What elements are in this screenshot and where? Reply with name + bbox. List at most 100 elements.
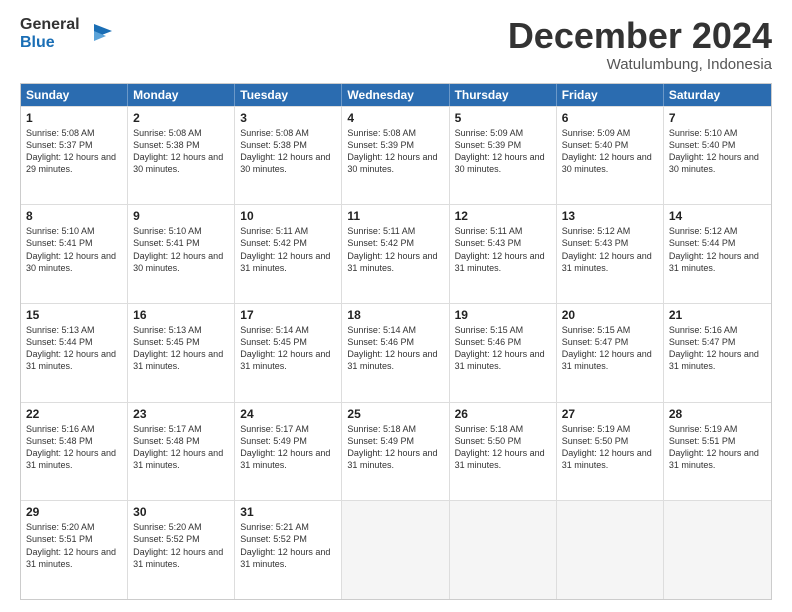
day-info: Sunrise: 5:08 AMSunset: 5:37 PMDaylight:…	[26, 127, 122, 176]
day-cell-14: 14 Sunrise: 5:12 AMSunset: 5:44 PMDayligh…	[664, 205, 771, 303]
day-cell-31: 31 Sunrise: 5:21 AMSunset: 5:52 PMDayligh…	[235, 501, 342, 599]
day-info: Sunrise: 5:08 AMSunset: 5:38 PMDaylight:…	[240, 127, 336, 176]
day-cell-30: 30 Sunrise: 5:20 AMSunset: 5:52 PMDayligh…	[128, 501, 235, 599]
day-cell-8: 8 Sunrise: 5:10 AMSunset: 5:41 PMDaylight…	[21, 205, 128, 303]
day-cell-2: 2 Sunrise: 5:08 AMSunset: 5:38 PMDaylight…	[128, 107, 235, 205]
day-cell-18: 18Sunrise: 5:14 AMSunset: 5:46 PMDayligh…	[342, 304, 449, 402]
day-number: 20	[562, 308, 658, 322]
day-info: Sunrise: 5:11 AMSunset: 5:42 PMDaylight:…	[240, 225, 336, 274]
day-cell-28: 28 Sunrise: 5:19 AMSunset: 5:51 PMDayligh…	[664, 403, 771, 501]
day-info: Sunrise: 5:10 AMSunset: 5:41 PMDaylight:…	[133, 225, 229, 274]
day-info: Sunrise: 5:14 AMSunset: 5:45 PMDaylight:…	[240, 324, 336, 373]
day-info: Sunrise: 5:09 AMSunset: 5:40 PMDaylight:…	[562, 127, 658, 176]
day-number: 15	[26, 308, 122, 322]
day-number: 9	[133, 209, 229, 223]
day-info: Sunrise: 5:08 AMSunset: 5:39 PMDaylight:…	[347, 127, 443, 176]
day-number: 21	[669, 308, 766, 322]
day-info: Sunrise: 5:16 AMSunset: 5:48 PMDaylight:…	[26, 423, 122, 472]
day-cell-1: 1 Sunrise: 5:08 AMSunset: 5:37 PMDaylight…	[21, 107, 128, 205]
day-info: Sunrise: 5:09 AMSunset: 5:39 PMDaylight:…	[455, 127, 551, 176]
day-info: Sunrise: 5:20 AMSunset: 5:52 PMDaylight:…	[133, 521, 229, 570]
calendar-row-4: 22 Sunrise: 5:16 AMSunset: 5:48 PMDayligh…	[21, 402, 771, 501]
day-info: Sunrise: 5:12 AMSunset: 5:44 PMDaylight:…	[669, 225, 766, 274]
day-info: Sunrise: 5:14 AMSunset: 5:46 PMDaylight:…	[347, 324, 443, 373]
day-number: 10	[240, 209, 336, 223]
day-number: 24	[240, 407, 336, 421]
day-cell-5: 5Sunrise: 5:09 AMSunset: 5:39 PMDaylight…	[450, 107, 557, 205]
day-number: 29	[26, 505, 122, 519]
day-header-saturday: Saturday	[664, 84, 771, 106]
logo-line1: General	[20, 16, 80, 34]
day-info: Sunrise: 5:08 AMSunset: 5:38 PMDaylight:…	[133, 127, 229, 176]
day-info: Sunrise: 5:19 AMSunset: 5:50 PMDaylight:…	[562, 423, 658, 472]
logo-icon	[84, 19, 114, 49]
calendar-row-5: 29 Sunrise: 5:20 AMSunset: 5:51 PMDayligh…	[21, 500, 771, 599]
day-number: 22	[26, 407, 122, 421]
day-info: Sunrise: 5:21 AMSunset: 5:52 PMDaylight:…	[240, 521, 336, 570]
day-info: Sunrise: 5:19 AMSunset: 5:51 PMDaylight:…	[669, 423, 766, 472]
day-number: 2	[133, 111, 229, 125]
logo-text: General Blue	[20, 16, 114, 51]
day-cell-23: 23 Sunrise: 5:17 AMSunset: 5:48 PMDayligh…	[128, 403, 235, 501]
day-cell-7: 7 Sunrise: 5:10 AMSunset: 5:40 PMDaylight…	[664, 107, 771, 205]
day-info: Sunrise: 5:11 AMSunset: 5:43 PMDaylight:…	[455, 225, 551, 274]
day-cell-3: 3Sunrise: 5:08 AMSunset: 5:38 PMDaylight…	[235, 107, 342, 205]
day-cell-17: 17 Sunrise: 5:14 AMSunset: 5:45 PMDayligh…	[235, 304, 342, 402]
day-number: 30	[133, 505, 229, 519]
logo-line2: Blue	[20, 34, 80, 52]
day-number: 16	[133, 308, 229, 322]
day-info: Sunrise: 5:10 AMSunset: 5:41 PMDaylight:…	[26, 225, 122, 274]
day-cell-24: 24Sunrise: 5:17 AMSunset: 5:49 PMDayligh…	[235, 403, 342, 501]
day-cell-25: 25Sunrise: 5:18 AMSunset: 5:49 PMDayligh…	[342, 403, 449, 501]
day-number: 25	[347, 407, 443, 421]
day-header-wednesday: Wednesday	[342, 84, 449, 106]
day-header-sunday: Sunday	[21, 84, 128, 106]
day-number: 31	[240, 505, 336, 519]
day-header-tuesday: Tuesday	[235, 84, 342, 106]
page: General Blue December 2024 Watulumbung, …	[0, 0, 792, 612]
location: Watulumbung, Indonesia	[508, 56, 772, 73]
day-cell-13: 13 Sunrise: 5:12 AMSunset: 5:43 PMDayligh…	[557, 205, 664, 303]
day-cell-19: 19Sunrise: 5:15 AMSunset: 5:46 PMDayligh…	[450, 304, 557, 402]
day-number: 28	[669, 407, 766, 421]
empty-cell	[450, 501, 557, 599]
day-header-thursday: Thursday	[450, 84, 557, 106]
day-info: Sunrise: 5:17 AMSunset: 5:48 PMDaylight:…	[133, 423, 229, 472]
day-info: Sunrise: 5:10 AMSunset: 5:40 PMDaylight:…	[669, 127, 766, 176]
header: General Blue December 2024 Watulumbung, …	[20, 16, 772, 73]
empty-cell	[342, 501, 449, 599]
day-number: 8	[26, 209, 122, 223]
day-cell-21: 21 Sunrise: 5:16 AMSunset: 5:47 PMDayligh…	[664, 304, 771, 402]
calendar-body: 1 Sunrise: 5:08 AMSunset: 5:37 PMDaylight…	[21, 106, 771, 599]
day-number: 27	[562, 407, 658, 421]
day-cell-11: 11Sunrise: 5:11 AMSunset: 5:42 PMDayligh…	[342, 205, 449, 303]
calendar-row-3: 15Sunrise: 5:13 AMSunset: 5:44 PMDayligh…	[21, 303, 771, 402]
day-info: Sunrise: 5:11 AMSunset: 5:42 PMDaylight:…	[347, 225, 443, 274]
day-info: Sunrise: 5:13 AMSunset: 5:45 PMDaylight:…	[133, 324, 229, 373]
day-info: Sunrise: 5:20 AMSunset: 5:51 PMDaylight:…	[26, 521, 122, 570]
day-number: 17	[240, 308, 336, 322]
day-number: 6	[562, 111, 658, 125]
day-number: 1	[26, 111, 122, 125]
day-info: Sunrise: 5:12 AMSunset: 5:43 PMDaylight:…	[562, 225, 658, 274]
day-number: 7	[669, 111, 766, 125]
day-cell-6: 6 Sunrise: 5:09 AMSunset: 5:40 PMDaylight…	[557, 107, 664, 205]
day-number: 26	[455, 407, 551, 421]
day-header-friday: Friday	[557, 84, 664, 106]
logo: General Blue	[20, 16, 114, 51]
empty-cell	[664, 501, 771, 599]
month-title: December 2024	[508, 16, 772, 56]
calendar-row-1: 1 Sunrise: 5:08 AMSunset: 5:37 PMDaylight…	[21, 106, 771, 205]
day-cell-4: 4Sunrise: 5:08 AMSunset: 5:39 PMDaylight…	[342, 107, 449, 205]
day-number: 14	[669, 209, 766, 223]
day-header-monday: Monday	[128, 84, 235, 106]
day-number: 13	[562, 209, 658, 223]
day-cell-12: 12Sunrise: 5:11 AMSunset: 5:43 PMDayligh…	[450, 205, 557, 303]
calendar-row-2: 8 Sunrise: 5:10 AMSunset: 5:41 PMDaylight…	[21, 204, 771, 303]
day-cell-16: 16 Sunrise: 5:13 AMSunset: 5:45 PMDayligh…	[128, 304, 235, 402]
day-cell-20: 20Sunrise: 5:15 AMSunset: 5:47 PMDayligh…	[557, 304, 664, 402]
day-number: 23	[133, 407, 229, 421]
day-cell-29: 29 Sunrise: 5:20 AMSunset: 5:51 PMDayligh…	[21, 501, 128, 599]
day-info: Sunrise: 5:16 AMSunset: 5:47 PMDaylight:…	[669, 324, 766, 373]
calendar: SundayMondayTuesdayWednesdayThursdayFrid…	[20, 83, 772, 600]
